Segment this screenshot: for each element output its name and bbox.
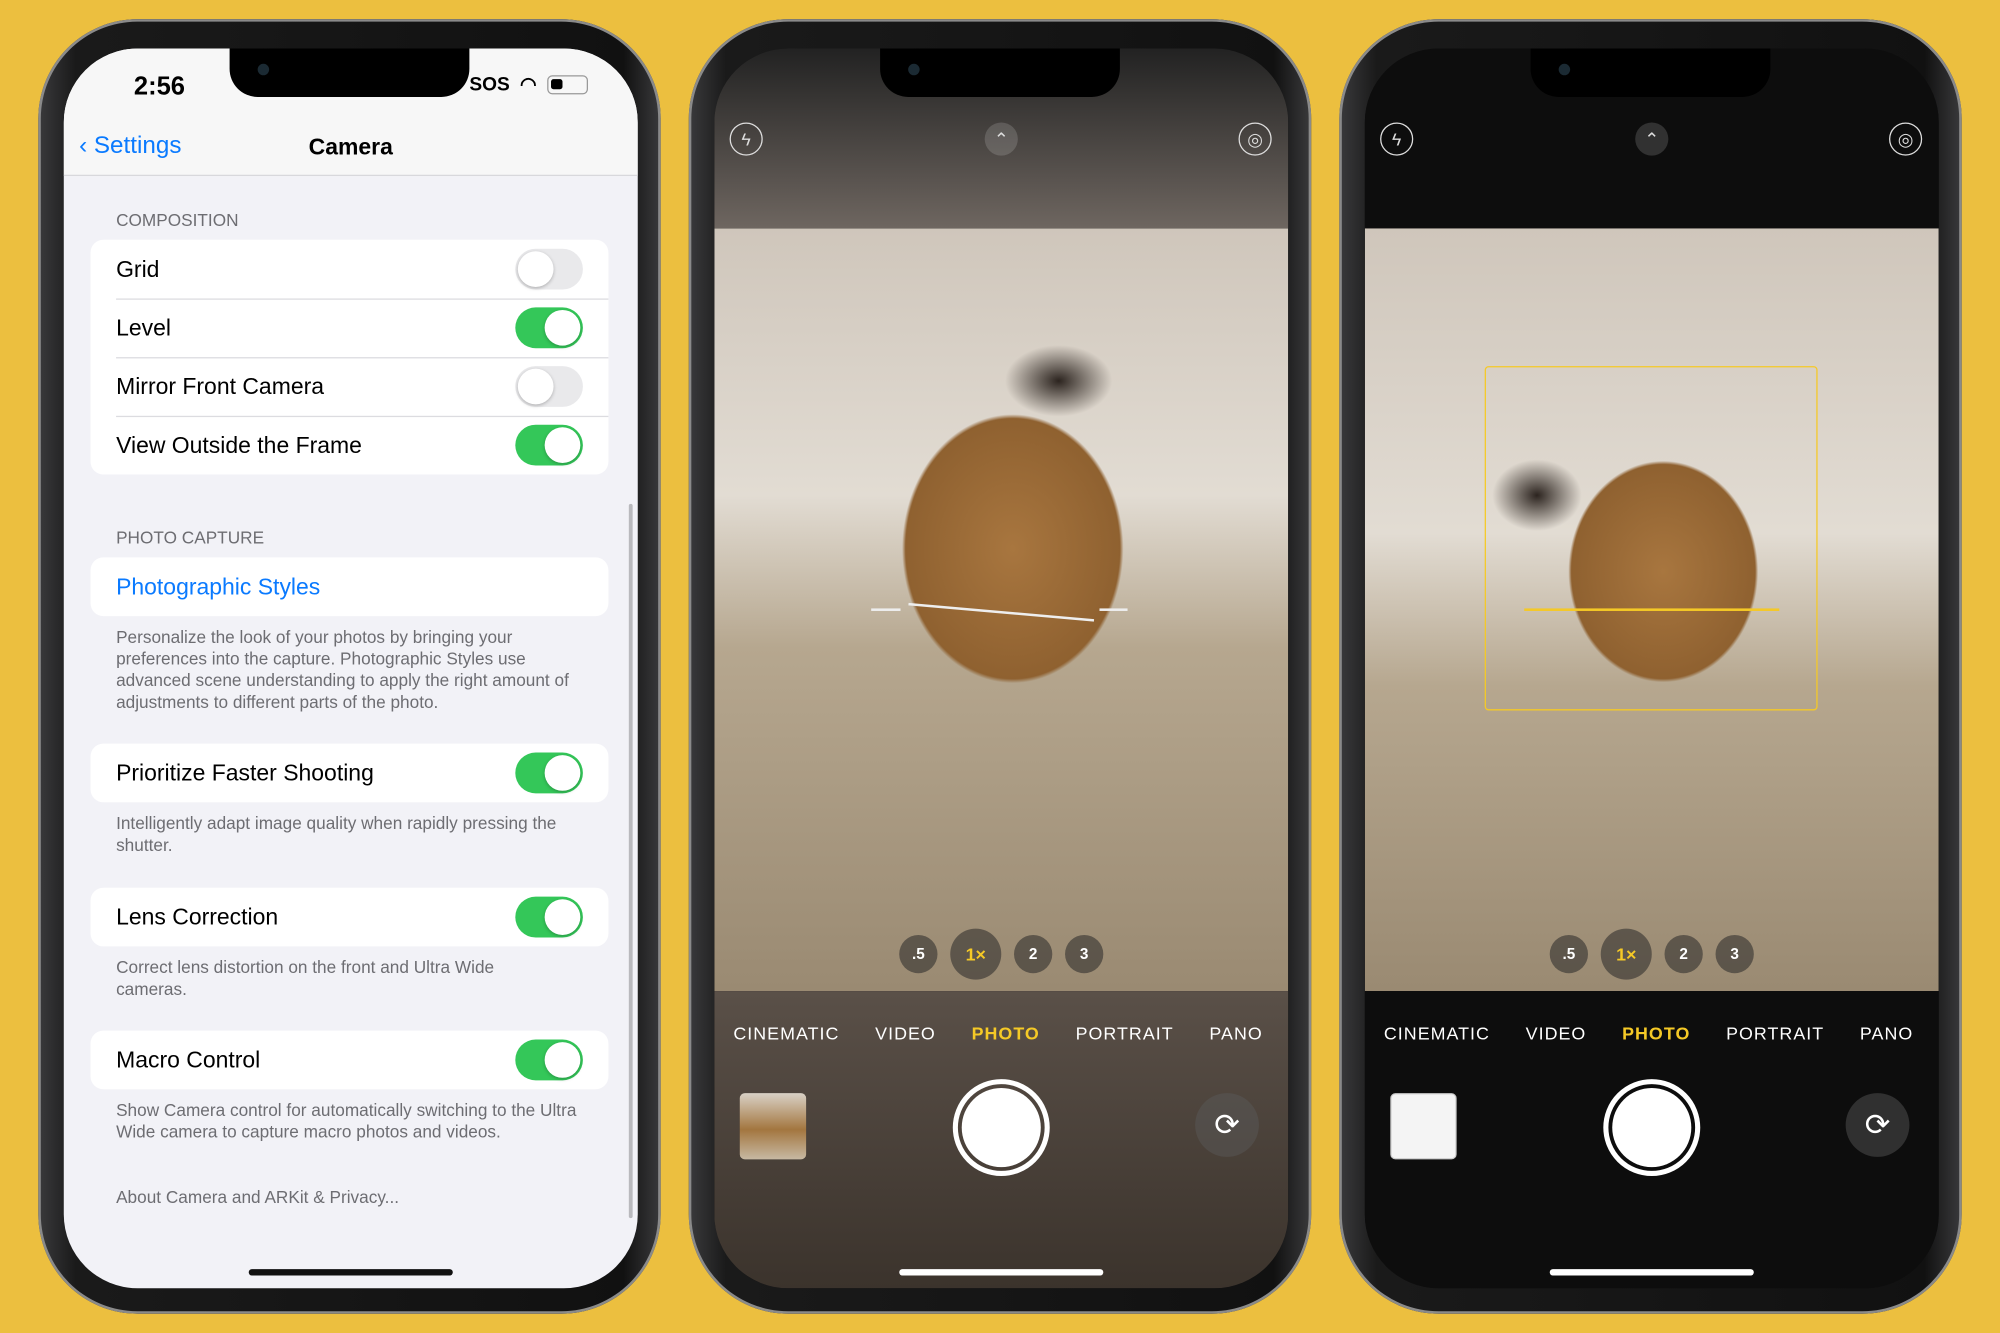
- mode-cinematic[interactable]: CINEMATIC: [733, 1023, 839, 1043]
- section-header-composition: COMPOSITION: [116, 210, 239, 230]
- chevron-up-icon[interactable]: ⌃: [984, 122, 1018, 156]
- mode-portrait[interactable]: PORTRAIT: [1726, 1023, 1824, 1043]
- photographic-styles-group: Photographic Styles: [90, 557, 609, 617]
- mode-video[interactable]: VIDEO: [1526, 1023, 1587, 1043]
- chevron-up-icon[interactable]: ⌃: [1635, 122, 1669, 156]
- level-toggle[interactable]: [515, 307, 583, 349]
- wifi-icon: ◠: [520, 73, 537, 96]
- shutter-button[interactable]: [952, 1079, 1050, 1177]
- row-label: Lens Correction: [116, 903, 279, 930]
- zoom-3[interactable]: 3: [1065, 934, 1104, 974]
- photographic-styles-description: Personalize the look of your photos by b…: [116, 627, 569, 712]
- zoom-2[interactable]: 2: [1664, 934, 1703, 974]
- home-indicator[interactable]: [248, 1269, 453, 1276]
- zoom-0.5[interactable]: .5: [1549, 934, 1588, 974]
- zoom-2[interactable]: 2: [1014, 934, 1053, 974]
- row-lens-correction: Lens Correction: [91, 888, 609, 947]
- macro-control-description: Show Camera control for automatically sw…: [116, 1100, 577, 1142]
- faster-shooting-group: Prioritize Faster Shooting: [90, 743, 609, 803]
- front-camera: [1558, 63, 1571, 76]
- view-outside-frame-toggle[interactable]: [515, 424, 583, 466]
- settings-screen: 2:56 SOS ◠ ‹ Settings Camera COMPOSITION…: [63, 48, 638, 1289]
- row-grid: Grid: [91, 240, 609, 299]
- photographic-styles-link[interactable]: Photographic Styles: [91, 557, 609, 616]
- row-label: Mirror Front Camera: [116, 373, 325, 399]
- scrollbar[interactable]: [628, 503, 633, 1219]
- row-macro-control: Macro Control: [91, 1031, 609, 1090]
- status-icons: SOS ◠: [469, 73, 588, 96]
- macro-control-toggle[interactable]: [515, 1039, 583, 1081]
- level-mark-left: [871, 608, 901, 611]
- grid-toggle[interactable]: [515, 248, 583, 290]
- home-indicator[interactable]: [899, 1269, 1104, 1276]
- phone-settings: 2:56 SOS ◠ ‹ Settings Camera COMPOSITION…: [38, 19, 661, 1314]
- row-level: Level: [91, 298, 609, 357]
- notch: [1530, 48, 1771, 97]
- home-indicator[interactable]: [1549, 1269, 1754, 1276]
- page-title: Camera: [308, 133, 393, 160]
- mode-cinematic[interactable]: CINEMATIC: [1384, 1023, 1490, 1043]
- zoom-selector: .5 1× 2 3: [1365, 928, 1939, 980]
- lens-correction-toggle[interactable]: [515, 896, 583, 938]
- shutter-button[interactable]: [1603, 1079, 1701, 1177]
- camera-viewfinder[interactable]: [714, 228, 1289, 992]
- zoom-1x[interactable]: 1×: [950, 928, 1002, 980]
- row-label: Level: [116, 314, 171, 340]
- camera-flip-icon[interactable]: ⟳: [1845, 1093, 1910, 1157]
- row-mirror-front-camera: Mirror Front Camera: [91, 357, 609, 416]
- mode-photo[interactable]: PHOTO: [972, 1023, 1040, 1043]
- front-camera: [908, 63, 920, 76]
- faster-shooting-toggle[interactable]: [515, 752, 583, 794]
- status-time: 2:56: [133, 72, 185, 101]
- composition-group: Grid Level Mirror Front Camera View Outs…: [90, 239, 609, 475]
- camera-flip-icon[interactable]: ⟳: [1195, 1093, 1259, 1157]
- mode-pano[interactable]: PANO: [1209, 1023, 1262, 1043]
- level-mark-right: [1099, 608, 1128, 611]
- mode-selector: CINEMATIC VIDEO PHOTO PORTRAIT PANO: [714, 1023, 1288, 1043]
- row-label: Prioritize Faster Shooting: [116, 759, 374, 786]
- mirror-front-camera-toggle[interactable]: [515, 366, 583, 407]
- lens-correction-description: Correct lens distortion on the front and…: [116, 957, 495, 999]
- sos-indicator: SOS: [469, 73, 510, 96]
- privacy-link[interactable]: About Camera and ARKit & Privacy...: [116, 1186, 588, 1208]
- row-view-outside-frame: View Outside the Frame: [91, 415, 609, 475]
- zoom-1x[interactable]: 1×: [1600, 928, 1652, 980]
- live-photo-icon[interactable]: ◎: [1889, 122, 1923, 156]
- nav-bar: ‹ Settings Camera: [63, 124, 638, 177]
- phone-camera-dark: ϟ ⌃ ◎ .5 1× 2 3 CINEMATIC VIDEO PHOTO PO…: [1339, 19, 1962, 1314]
- camera-screen: ϟ ⌃ ◎ .5 1× 2 3 CINEMATIC VIDEO PHOTO PO…: [1364, 48, 1939, 1289]
- row-label: Macro Control: [116, 1046, 261, 1073]
- zoom-0.5[interactable]: .5: [899, 934, 938, 974]
- mode-video[interactable]: VIDEO: [875, 1023, 936, 1043]
- notch: [229, 48, 470, 97]
- mode-pano[interactable]: PANO: [1860, 1023, 1913, 1043]
- flash-off-icon[interactable]: ϟ: [729, 122, 763, 156]
- mode-portrait[interactable]: PORTRAIT: [1076, 1023, 1174, 1043]
- focus-box: [1484, 366, 1818, 711]
- live-photo-icon[interactable]: ◎: [1238, 122, 1272, 156]
- camera-viewfinder[interactable]: [1364, 228, 1939, 992]
- macro-control-group: Macro Control: [90, 1030, 609, 1090]
- dog-photo-preview: [714, 228, 1289, 992]
- mode-selector: CINEMATIC VIDEO PHOTO PORTRAIT PANO: [1365, 1023, 1939, 1043]
- zoom-3[interactable]: 3: [1715, 934, 1754, 974]
- battery-icon: [546, 74, 588, 94]
- level-indicator: [1524, 608, 1780, 611]
- last-photo-thumbnail[interactable]: [739, 1093, 807, 1160]
- row-label: Grid: [116, 255, 160, 282]
- zoom-selector: .5 1× 2 3: [714, 928, 1288, 980]
- row-prioritize-faster-shooting: Prioritize Faster Shooting: [91, 744, 609, 803]
- mode-photo[interactable]: PHOTO: [1622, 1023, 1690, 1043]
- camera-screen: ϟ ⌃ ◎ .5 1× 2 3 CINEMATIC VIDEO PHOTO PO…: [714, 48, 1289, 1289]
- section-header-photo-capture: PHOTO CAPTURE: [116, 528, 265, 548]
- notch: [880, 48, 1120, 97]
- lens-correction-group: Lens Correction: [90, 887, 609, 947]
- front-camera: [257, 63, 270, 76]
- phone-camera-level: ϟ ⌃ ◎ .5 1× 2 3 CINEMATIC VIDEO PHOTO PO…: [688, 19, 1312, 1314]
- row-label: View Outside the Frame: [116, 431, 362, 458]
- last-photo-thumbnail[interactable]: [1390, 1093, 1457, 1160]
- faster-shooting-description: Intelligently adapt image quality when r…: [116, 813, 557, 855]
- flash-off-icon[interactable]: ϟ: [1380, 122, 1414, 156]
